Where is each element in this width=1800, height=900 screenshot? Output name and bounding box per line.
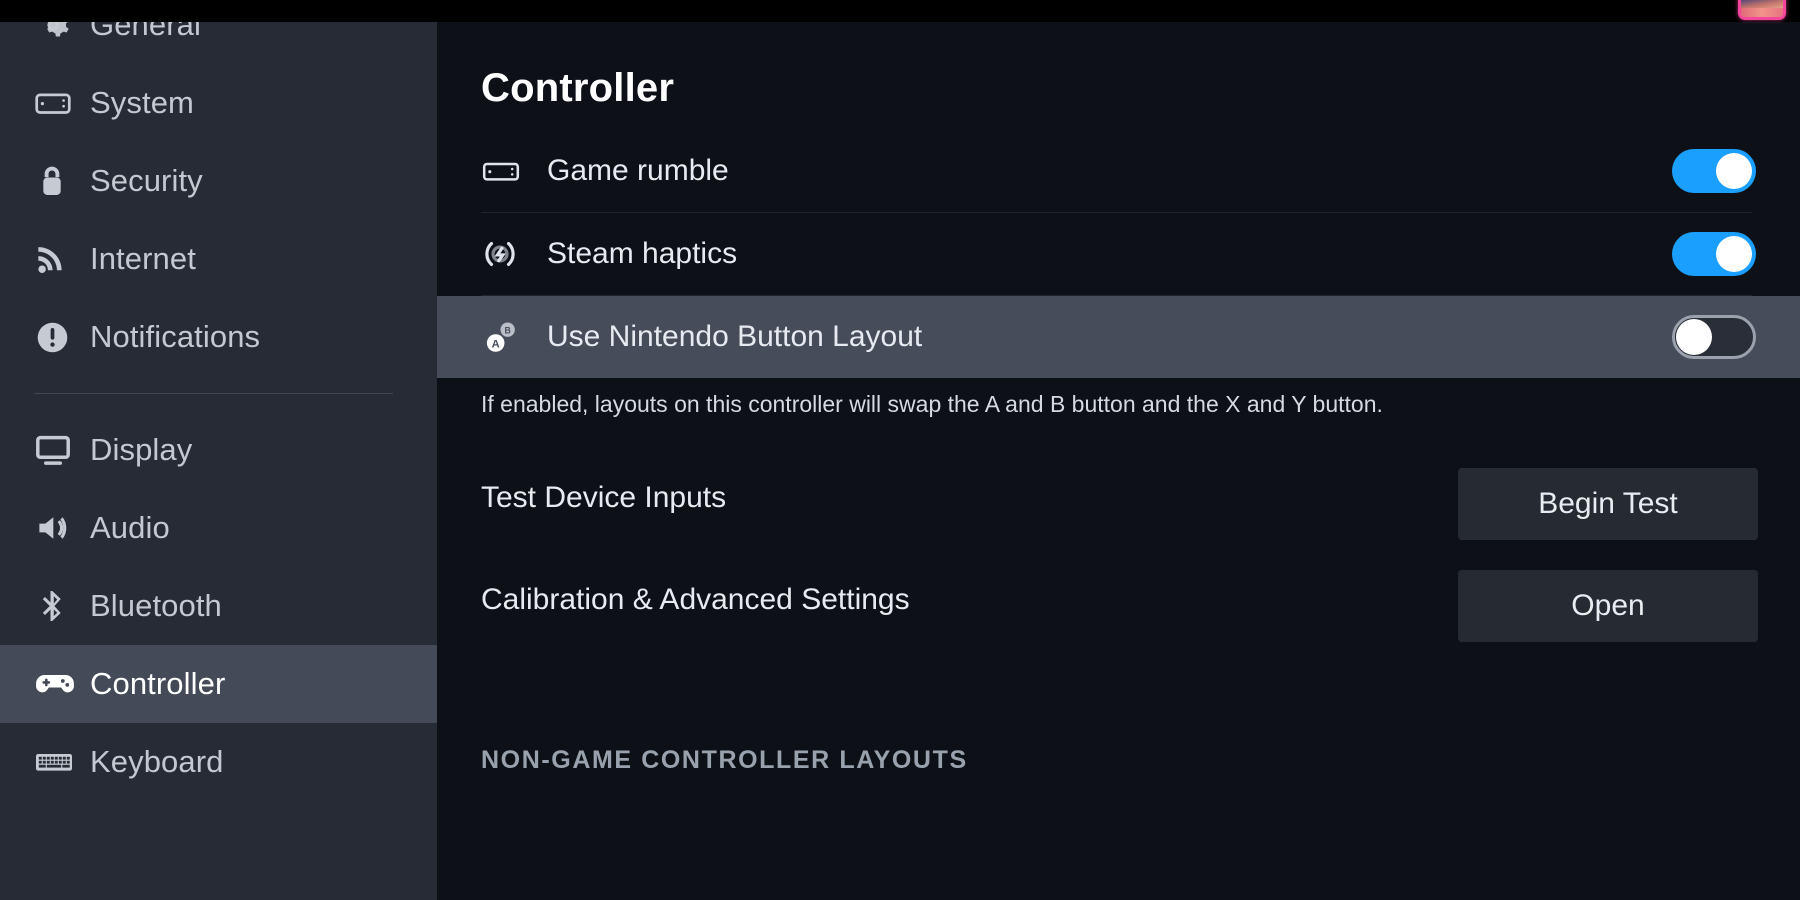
- app-root: General System Security Internet Notific…: [0, 0, 1800, 900]
- svg-text:B: B: [504, 326, 510, 336]
- handheld-icon: [34, 84, 90, 122]
- sidebar-item-label: Keyboard: [90, 744, 224, 779]
- sidebar-item-label: Internet: [90, 241, 196, 276]
- game-thumbnail[interactable]: [1738, 0, 1786, 20]
- action-row-calibration: Calibration & Advanced Settings Open: [437, 554, 1800, 646]
- sidebar-item-label: Controller: [90, 666, 226, 701]
- ab-buttons-icon: B A: [481, 317, 547, 357]
- sidebar-item-keyboard[interactable]: Keyboard: [0, 723, 437, 801]
- sidebar-item-audio[interactable]: Audio: [0, 489, 437, 567]
- sidebar-item-bluetooth[interactable]: Bluetooth: [0, 567, 437, 645]
- action-row-test-device-inputs: Test Device Inputs Begin Test: [437, 452, 1800, 544]
- sidebar-item-label: System: [90, 85, 194, 120]
- speaker-icon: [34, 509, 90, 547]
- sidebar-item-security[interactable]: Security: [0, 142, 437, 220]
- toggle-knob: [1716, 153, 1752, 189]
- controller-settings-panel: Controller Game rumble Steam haptics B A…: [437, 22, 1800, 900]
- top-black-bar: [0, 0, 1800, 22]
- alert-circle-icon: [34, 319, 90, 356]
- toggle-knob: [1716, 236, 1752, 272]
- action-label: Calibration & Advanced Settings: [481, 583, 910, 616]
- sidebar-item-label: Audio: [90, 510, 170, 545]
- settings-rows: Game rumble Steam haptics B A Use Ninten…: [437, 130, 1800, 378]
- handheld-rumble-icon: [481, 157, 547, 185]
- sidebar-item-system[interactable]: System: [0, 64, 437, 142]
- setting-row-nintendo-layout[interactable]: B A Use Nintendo Button Layout: [437, 296, 1800, 378]
- setting-label: Game rumble: [547, 154, 729, 187]
- toggle-steam-haptics[interactable]: [1672, 232, 1756, 276]
- toggle-game-rumble[interactable]: [1672, 149, 1756, 193]
- section-header-non-game-layouts: NON-GAME CONTROLLER LAYOUTS: [481, 746, 968, 774]
- gamepad-icon: [34, 663, 90, 705]
- action-label: Test Device Inputs: [481, 481, 727, 514]
- toggle-knob: [1676, 319, 1712, 355]
- sidebar-item-notifications[interactable]: Notifications: [0, 298, 437, 376]
- open-calibration-button[interactable]: Open: [1458, 570, 1758, 642]
- svg-text:A: A: [492, 339, 500, 351]
- sidebar-item-controller[interactable]: Controller: [0, 645, 437, 723]
- lock-icon: [34, 163, 90, 199]
- bluetooth-icon: [34, 588, 90, 624]
- sidebar-divider: [34, 393, 393, 394]
- sidebar-item-display[interactable]: Display: [0, 411, 437, 489]
- monitor-icon: [34, 431, 90, 469]
- sidebar-item-label: Display: [90, 432, 193, 467]
- wifi-icon: [34, 241, 90, 277]
- sidebar-item-internet[interactable]: Internet: [0, 220, 437, 298]
- page-title: Controller: [481, 66, 675, 110]
- sidebar-item-label: Notifications: [90, 319, 261, 354]
- sidebar-item-label: Bluetooth: [90, 588, 222, 623]
- begin-test-button[interactable]: Begin Test: [1458, 468, 1758, 540]
- setting-row-steam-haptics[interactable]: Steam haptics: [437, 213, 1800, 295]
- haptics-icon: [481, 235, 547, 273]
- toggle-nintendo-layout[interactable]: [1672, 315, 1756, 359]
- sidebar-item-label: Security: [90, 163, 203, 198]
- settings-sidebar: General System Security Internet Notific…: [0, 7, 437, 900]
- setting-description: If enabled, layouts on this controller w…: [481, 391, 1383, 417]
- keyboard-icon: [34, 742, 90, 782]
- setting-label: Steam haptics: [547, 237, 738, 270]
- sidebar-scroll-container: General System Security Internet Notific…: [0, 0, 437, 801]
- setting-label: Use Nintendo Button Layout: [547, 320, 923, 353]
- setting-row-game-rumble[interactable]: Game rumble: [437, 130, 1800, 212]
